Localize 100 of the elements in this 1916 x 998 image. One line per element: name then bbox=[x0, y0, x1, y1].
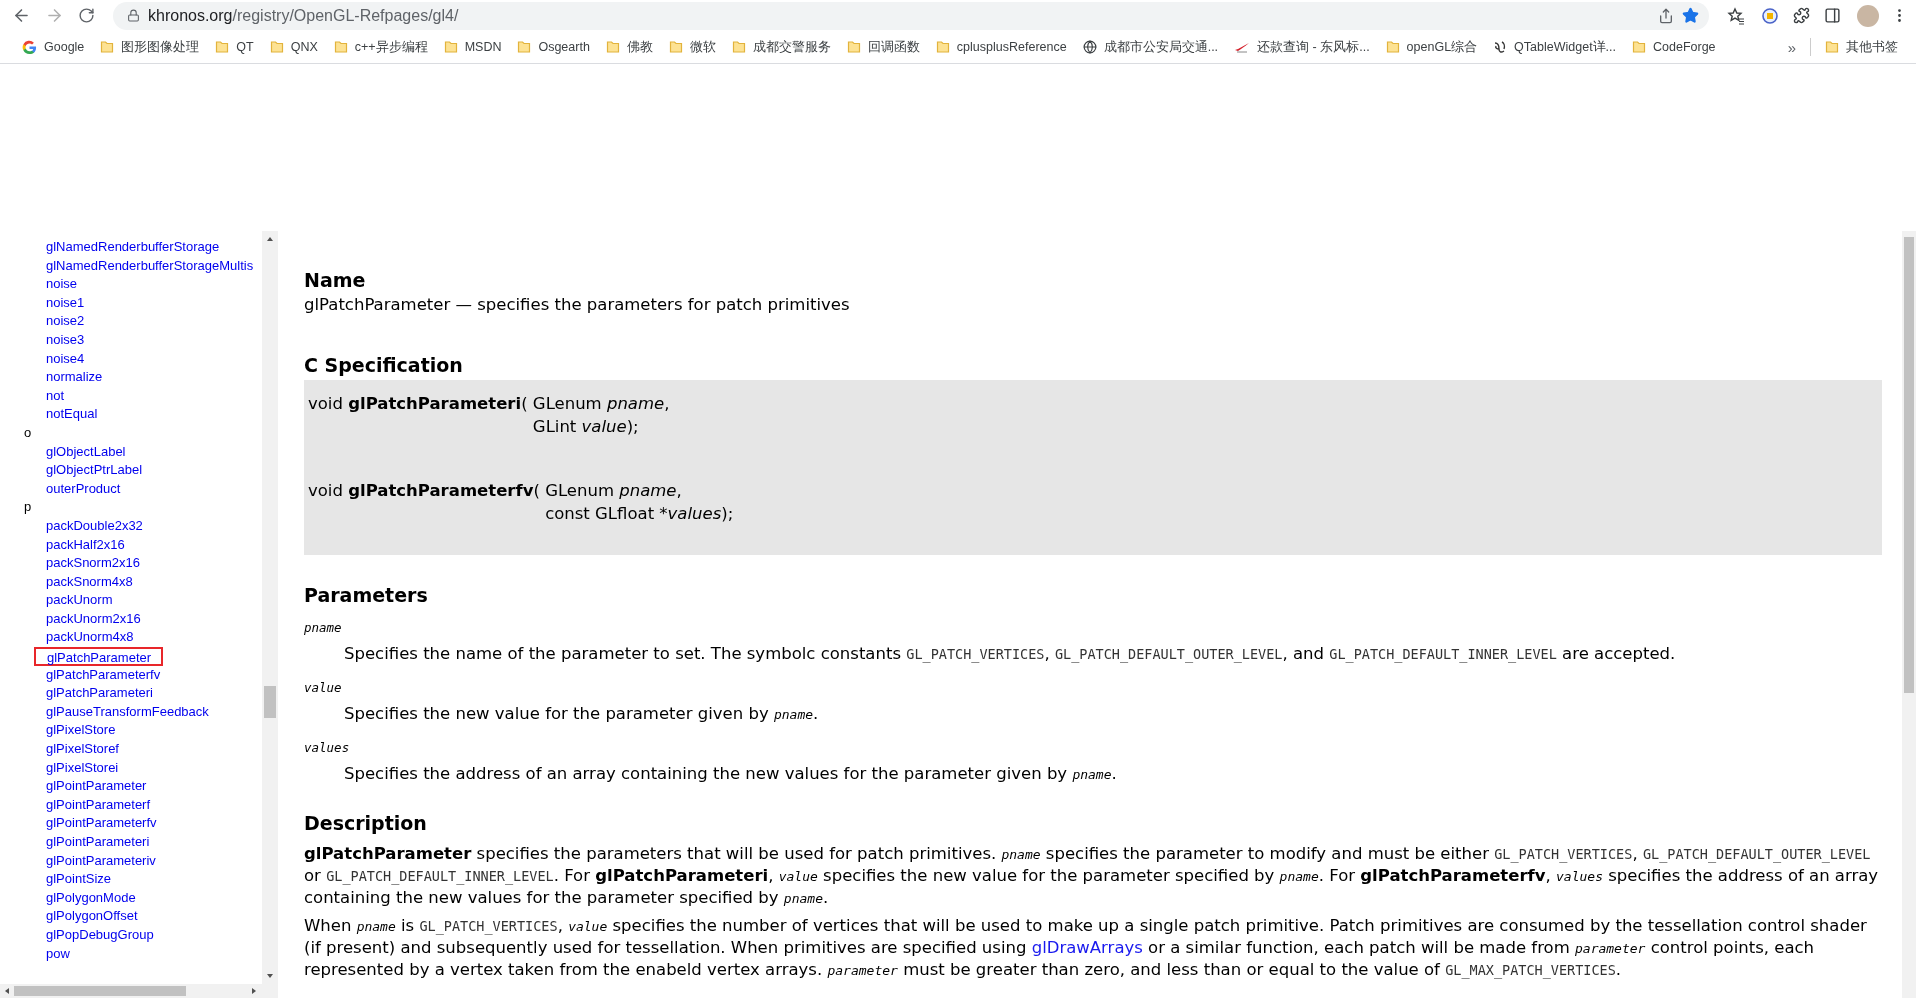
reload-icon[interactable] bbox=[78, 7, 95, 24]
name-description: glPatchParameter — specifies the parameters for patch primitives bbox=[304, 294, 851, 315]
sidebar-link[interactable]: glPopDebugGroup bbox=[36, 925, 154, 945]
bookmark[interactable]: QTableWidget详... bbox=[1485, 34, 1625, 60]
page-scrollbar[interactable] bbox=[1902, 231, 1916, 998]
sidebar-link[interactable]: glPointParameter bbox=[36, 777, 147, 796]
address-bar[interactable]: khronos.org/registry/OpenGL-Refpages/gl4/ bbox=[113, 1, 1709, 30]
sidebar-link[interactable]: packSnorm2x16 bbox=[36, 554, 140, 573]
bookmark[interactable]: Osgearth bbox=[509, 36, 598, 58]
bookmark-star-icon[interactable] bbox=[1682, 7, 1699, 24]
sidebar-link[interactable]: glNamedRenderbufferStorageMultis bbox=[36, 256, 254, 276]
link[interactable]: glDrawArrays bbox=[1031, 938, 1143, 957]
sidebar-link[interactable]: outerProduct bbox=[36, 479, 121, 499]
extension-icon[interactable] bbox=[1761, 6, 1779, 25]
folder-icon bbox=[333, 40, 348, 54]
sidebar-link[interactable]: notEqual bbox=[36, 405, 98, 424]
sidebar-link[interactable]: glPixelStorei bbox=[36, 758, 119, 778]
bookmark[interactable]: 还款查询 - 东风标... bbox=[1226, 34, 1378, 60]
sidebar-link[interactable]: glPatchParameteri bbox=[36, 684, 153, 703]
bookmark[interactable]: Google bbox=[14, 35, 93, 59]
description-paragraph: When pname is GL_PATCH_VERTICES, value specifies the number of vertices that will be used to make up a single patch primitive. Patch primitives are consumed by the tessellation control shader (if present) and subsequently used for tessellation. When primitives are specified using glDrawArrays or a similar function, each patch will be made from parameter control points, each represented by a vertex taken from the enabeld vertex arrays. parameter must be greater than zero, and less than or equal to the value of GL_MAX_PATCH_VERTICES. bbox=[304, 915, 1868, 981]
sidebar-link[interactable]: noise bbox=[36, 275, 78, 294]
sidebar-link[interactable]: glPolygonOffset bbox=[36, 907, 138, 926]
folder-icon bbox=[215, 40, 230, 54]
sidebar-link[interactable]: glPointParameteri bbox=[36, 833, 150, 852]
bookmark[interactable]: CodeForge bbox=[1624, 36, 1724, 58]
sidebar-link[interactable]: pow bbox=[36, 944, 70, 964]
bookmark[interactable]: c++异步编程 bbox=[325, 34, 436, 60]
prototype-parameter: GLenum pname, bbox=[545, 481, 682, 500]
sidebar-link[interactable]: glPatchParameter bbox=[34, 647, 164, 666]
section-heading: C Specification bbox=[304, 353, 464, 377]
bookmark[interactable]: 成都交警服务 bbox=[723, 34, 839, 60]
bookmarks-overflow[interactable]: » bbox=[1779, 38, 1804, 56]
folder-icon bbox=[269, 40, 284, 54]
bookmark[interactable]: QT bbox=[207, 36, 262, 58]
bookmark[interactable]: 佛教 bbox=[597, 34, 661, 60]
prototype-signature: void glPatchParameterfv( bbox=[308, 481, 541, 500]
bookmark[interactable]: 微软 bbox=[660, 34, 724, 60]
sidebar-link[interactable]: glPointParameteriv bbox=[36, 851, 156, 871]
sidebar-link[interactable]: glPolygonMode bbox=[36, 888, 136, 908]
sidebar-link[interactable]: glPixelStore bbox=[36, 721, 116, 741]
sidebar-link[interactable]: glObjectLabel bbox=[36, 442, 126, 462]
scroll-thumb[interactable] bbox=[264, 686, 276, 718]
sidebar-link[interactable]: glPointParameterf bbox=[36, 795, 151, 815]
sidebar-link[interactable]: glNamedRenderbufferStorage bbox=[36, 238, 220, 257]
prototype-parameter: GLenum pname, bbox=[532, 394, 670, 413]
bookmark[interactable]: cplusplusReference bbox=[927, 36, 1075, 58]
parameter-name: pname bbox=[304, 619, 343, 637]
folder-icon bbox=[731, 40, 746, 54]
sidebar-link[interactable]: glPixelStoref bbox=[36, 740, 119, 759]
sidebar-link[interactable]: packUnorm bbox=[36, 591, 113, 610]
section-heading: Description bbox=[304, 811, 428, 835]
index-letter: p bbox=[23, 498, 33, 517]
sidebar-link[interactable]: normalize bbox=[36, 368, 103, 387]
parameter-name: values bbox=[304, 739, 351, 757]
sidebar-link[interactable]: noise1 bbox=[36, 293, 85, 313]
sidebar-link[interactable]: glPatchParameterfv bbox=[36, 665, 161, 685]
puzzle-icon[interactable] bbox=[1793, 7, 1810, 24]
sidebar-link[interactable]: glPauseTransformFeedback bbox=[36, 702, 209, 722]
folder-icon bbox=[1825, 40, 1839, 54]
sidebar-link[interactable]: packDouble2x32 bbox=[36, 516, 143, 536]
folder-icon bbox=[443, 40, 458, 54]
side-panel-icon[interactable] bbox=[1824, 7, 1841, 24]
google-icon bbox=[22, 39, 37, 55]
prototype-parameter: GLint value); bbox=[532, 417, 639, 436]
sidebar-link[interactable]: packUnorm2x16 bbox=[36, 609, 141, 629]
sidebar-link[interactable]: noise4 bbox=[36, 349, 85, 369]
folder-icon bbox=[846, 40, 861, 54]
folder-icon bbox=[605, 40, 620, 54]
sidebar-link[interactable]: packHalf2x16 bbox=[36, 535, 125, 555]
url-text: khronos.org/registry/OpenGL-Refpages/gl4/ bbox=[148, 6, 460, 25]
sidebar-link[interactable]: noise2 bbox=[36, 312, 85, 331]
horizontal-scrollbar[interactable] bbox=[0, 984, 278, 998]
bookmark[interactable]: 成都市公安局交通... bbox=[1074, 34, 1227, 60]
bookmark[interactable]: 回调函数 bbox=[838, 34, 928, 60]
sidebar-link[interactable]: glObjectPtrLabel bbox=[36, 461, 143, 480]
index-letter: o bbox=[23, 423, 33, 442]
parameter-description: Specifies the new value for the parameter given by pname. bbox=[343, 703, 820, 725]
sidebar-link[interactable]: packSnorm4x8 bbox=[36, 572, 133, 592]
bookmark-folder[interactable]: 其他书签 bbox=[1817, 34, 1906, 60]
folder-icon bbox=[100, 40, 115, 54]
bookmark[interactable]: QNX bbox=[261, 36, 326, 58]
folder-icon bbox=[1385, 40, 1400, 54]
vertical-scrollbar[interactable] bbox=[262, 231, 278, 984]
sidebar-link[interactable]: glPointParameterfv bbox=[36, 814, 157, 833]
sidebar-link[interactable]: not bbox=[36, 386, 65, 406]
bookmark[interactable]: MSDN bbox=[435, 36, 510, 58]
bookmark[interactable]: 图形图像处理 bbox=[92, 34, 208, 60]
star-list-icon[interactable] bbox=[1727, 6, 1745, 25]
scroll-thumb[interactable] bbox=[1904, 237, 1914, 693]
script-icon bbox=[1493, 40, 1508, 54]
sidebar-link[interactable]: glPointSize bbox=[36, 870, 112, 889]
scroll-thumb[interactable] bbox=[14, 986, 186, 996]
sidebar-link[interactable]: noise3 bbox=[36, 330, 85, 350]
prototype-parameter: const GLfloat *values); bbox=[545, 504, 734, 523]
sidebar-link[interactable]: packUnorm4x8 bbox=[36, 628, 134, 648]
globe-icon bbox=[1082, 40, 1097, 54]
back-icon[interactable] bbox=[12, 6, 31, 25]
bookmark[interactable]: openGL综合 bbox=[1377, 34, 1486, 60]
share-icon[interactable] bbox=[1658, 7, 1674, 24]
